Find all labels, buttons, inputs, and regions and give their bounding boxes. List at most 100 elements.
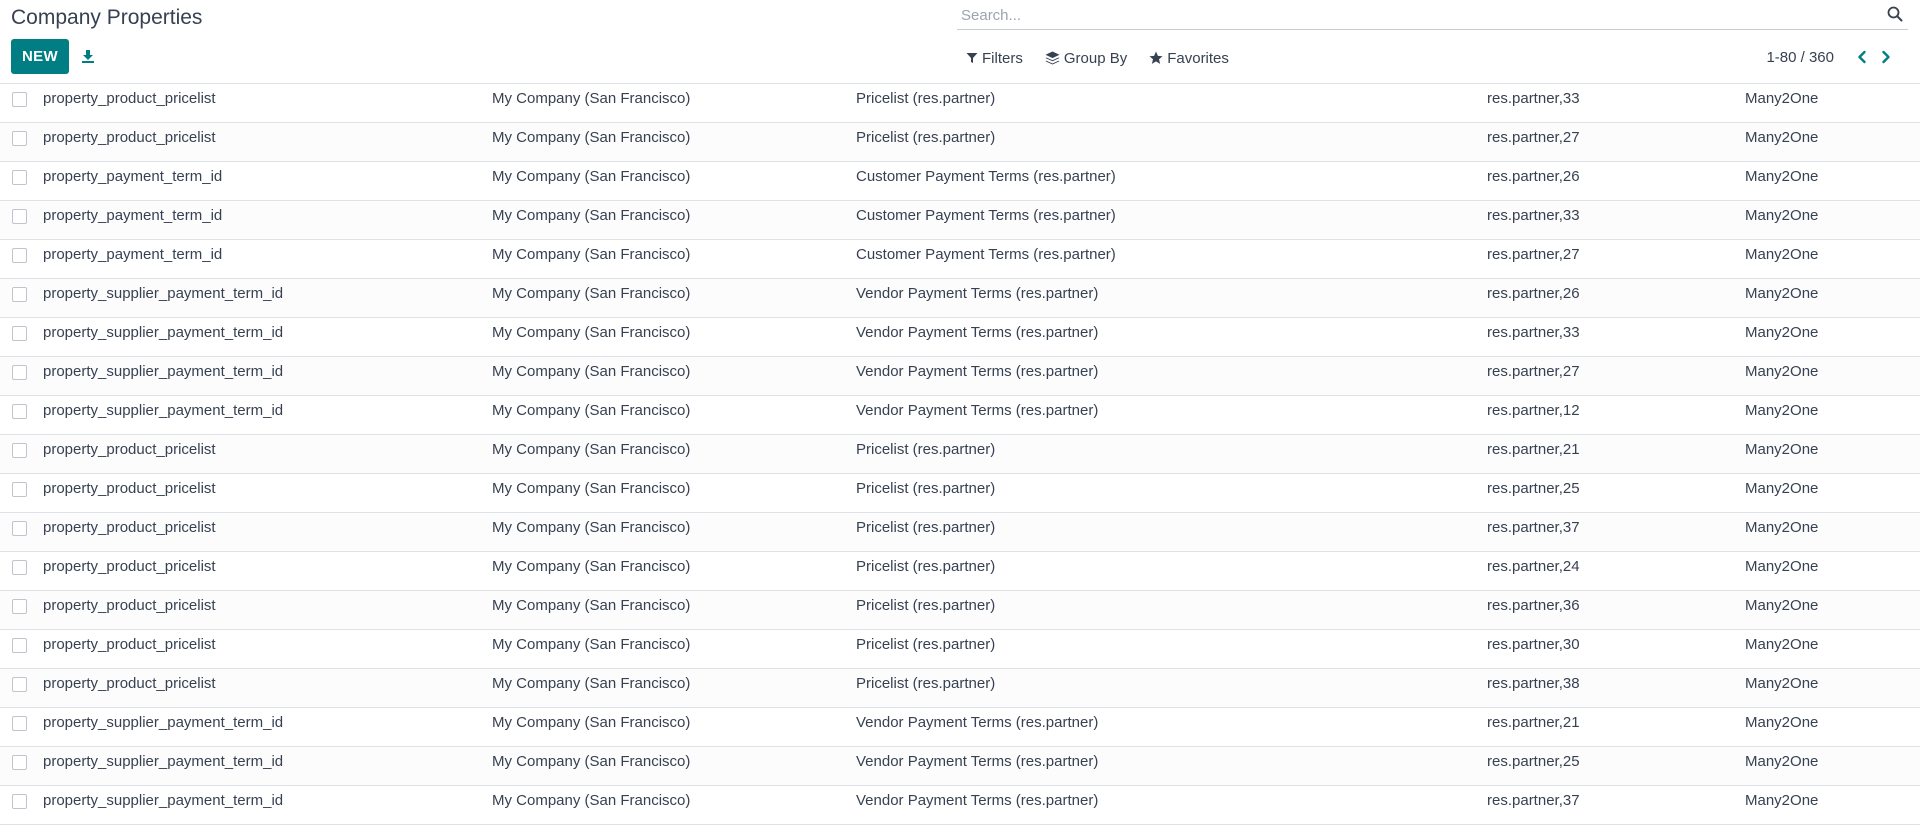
cell-resource: res.partner,12: [1487, 402, 1580, 419]
cell-company: My Company (San Francisco): [492, 207, 691, 224]
group-by-toggle[interactable]: Group By: [1045, 50, 1127, 67]
cell-type: Many2One: [1745, 714, 1819, 731]
row-checkbox[interactable]: [12, 521, 27, 536]
cell-field: Pricelist (res.partner): [856, 675, 996, 692]
cell-company: My Company (San Francisco): [492, 675, 691, 692]
table-row[interactable]: property_product_pricelist My Company (Sa…: [0, 84, 1920, 123]
cell-type: Many2One: [1745, 129, 1819, 146]
row-checkbox[interactable]: [12, 326, 27, 341]
cell-type: Many2One: [1745, 753, 1819, 770]
cell-company: My Company (San Francisco): [492, 753, 691, 770]
table-row[interactable]: property_product_pricelist My Company (Sa…: [0, 474, 1920, 513]
pager-next-button[interactable]: [1874, 45, 1898, 69]
table-row[interactable]: property_product_pricelist My Company (Sa…: [0, 591, 1920, 630]
cell-company: My Company (San Francisco): [492, 636, 691, 653]
cell-property-name: property_product_pricelist: [43, 480, 216, 497]
star-icon: [1149, 51, 1163, 64]
cell-resource: res.partner,26: [1487, 285, 1580, 302]
cell-company: My Company (San Francisco): [492, 714, 691, 731]
row-checkbox[interactable]: [12, 365, 27, 380]
cell-resource: res.partner,27: [1487, 363, 1580, 380]
row-checkbox[interactable]: [12, 92, 27, 107]
row-checkbox[interactable]: [12, 248, 27, 263]
cell-field: Vendor Payment Terms (res.partner): [856, 753, 1099, 770]
cell-property-name: property_supplier_payment_term_id: [43, 792, 284, 809]
search-input[interactable]: [959, 3, 1859, 27]
cell-type: Many2One: [1745, 363, 1819, 380]
cell-property-name: property_product_pricelist: [43, 597, 216, 614]
table-row[interactable]: property_supplier_payment_term_id My Comp…: [0, 318, 1920, 357]
row-checkbox[interactable]: [12, 677, 27, 692]
cell-type: Many2One: [1745, 285, 1819, 302]
cell-field: Customer Payment Terms (res.partner): [856, 246, 1116, 263]
cell-company: My Company (San Francisco): [492, 792, 691, 809]
cell-type: Many2One: [1745, 168, 1819, 185]
control-panel: Company Properties NEW Filters: [0, 0, 1920, 84]
cell-type: Many2One: [1745, 558, 1819, 575]
row-checkbox[interactable]: [12, 716, 27, 731]
cell-resource: res.partner,21: [1487, 441, 1580, 458]
cell-company: My Company (San Francisco): [492, 246, 691, 263]
cell-resource: res.partner,27: [1487, 129, 1580, 146]
cell-field: Vendor Payment Terms (res.partner): [856, 363, 1099, 380]
download-icon: [82, 50, 94, 63]
cell-resource: res.partner,26: [1487, 168, 1580, 185]
table-row[interactable]: property_product_pricelist My Company (Sa…: [0, 513, 1920, 552]
row-checkbox[interactable]: [12, 482, 27, 497]
row-checkbox[interactable]: [12, 755, 27, 770]
row-checkbox[interactable]: [12, 404, 27, 419]
cell-property-name: property_supplier_payment_term_id: [43, 753, 284, 770]
cell-type: Many2One: [1745, 246, 1819, 263]
cell-property-name: property_payment_term_id: [43, 246, 223, 263]
cell-property-name: property_product_pricelist: [43, 129, 216, 146]
table-row[interactable]: property_product_pricelist My Company (Sa…: [0, 123, 1920, 162]
cell-property-name: property_payment_term_id: [43, 168, 223, 185]
row-checkbox[interactable]: [12, 638, 27, 653]
table-row[interactable]: property_payment_term_id My Company (San …: [0, 201, 1920, 240]
table-row[interactable]: property_supplier_payment_term_id My Comp…: [0, 396, 1920, 435]
cell-company: My Company (San Francisco): [492, 402, 691, 419]
row-checkbox[interactable]: [12, 599, 27, 614]
new-button[interactable]: NEW: [11, 39, 69, 74]
pager-previous-button[interactable]: [1850, 45, 1874, 69]
row-checkbox[interactable]: [12, 560, 27, 575]
search-bar: [957, 0, 1908, 30]
table-row[interactable]: property_product_pricelist My Company (Sa…: [0, 435, 1920, 474]
cell-type: Many2One: [1745, 480, 1819, 497]
cell-property-name: property_supplier_payment_term_id: [43, 363, 284, 380]
cell-resource: res.partner,37: [1487, 519, 1580, 536]
download-button[interactable]: [77, 44, 99, 68]
table-row[interactable]: property_product_pricelist My Company (Sa…: [0, 669, 1920, 708]
row-checkbox[interactable]: [12, 131, 27, 146]
search-button[interactable]: [1884, 3, 1906, 25]
cell-type: Many2One: [1745, 402, 1819, 419]
filters-toggle[interactable]: Filters: [966, 50, 1023, 67]
table-row[interactable]: property_product_pricelist My Company (Sa…: [0, 630, 1920, 669]
cell-resource: res.partner,33: [1487, 324, 1580, 341]
row-checkbox[interactable]: [12, 794, 27, 809]
row-checkbox[interactable]: [12, 443, 27, 458]
favorites-toggle[interactable]: Favorites: [1149, 50, 1229, 67]
cell-company: My Company (San Francisco): [492, 285, 691, 302]
cell-field: Vendor Payment Terms (res.partner): [856, 402, 1099, 419]
cell-property-name: property_payment_term_id: [43, 207, 223, 224]
cell-type: Many2One: [1745, 519, 1819, 536]
cell-field: Customer Payment Terms (res.partner): [856, 207, 1116, 224]
table-row[interactable]: property_supplier_payment_term_id My Comp…: [0, 747, 1920, 786]
cell-resource: res.partner,30: [1487, 636, 1580, 653]
table-row[interactable]: property_payment_term_id My Company (San …: [0, 162, 1920, 201]
table-row[interactable]: property_supplier_payment_term_id My Comp…: [0, 708, 1920, 747]
table-row[interactable]: property_supplier_payment_term_id My Comp…: [0, 786, 1920, 825]
table-row[interactable]: property_supplier_payment_term_id My Comp…: [0, 279, 1920, 318]
cell-type: Many2One: [1745, 441, 1819, 458]
cell-company: My Company (San Francisco): [492, 558, 691, 575]
table-row[interactable]: property_product_pricelist My Company (Sa…: [0, 552, 1920, 591]
table-row[interactable]: property_payment_term_id My Company (San …: [0, 240, 1920, 279]
row-checkbox[interactable]: [12, 170, 27, 185]
cell-company: My Company (San Francisco): [492, 90, 691, 107]
cell-field: Pricelist (res.partner): [856, 129, 996, 146]
row-checkbox[interactable]: [12, 287, 27, 302]
row-checkbox[interactable]: [12, 209, 27, 224]
pager-value[interactable]: 1-80 / 360: [1766, 49, 1834, 66]
table-row[interactable]: property_supplier_payment_term_id My Comp…: [0, 357, 1920, 396]
